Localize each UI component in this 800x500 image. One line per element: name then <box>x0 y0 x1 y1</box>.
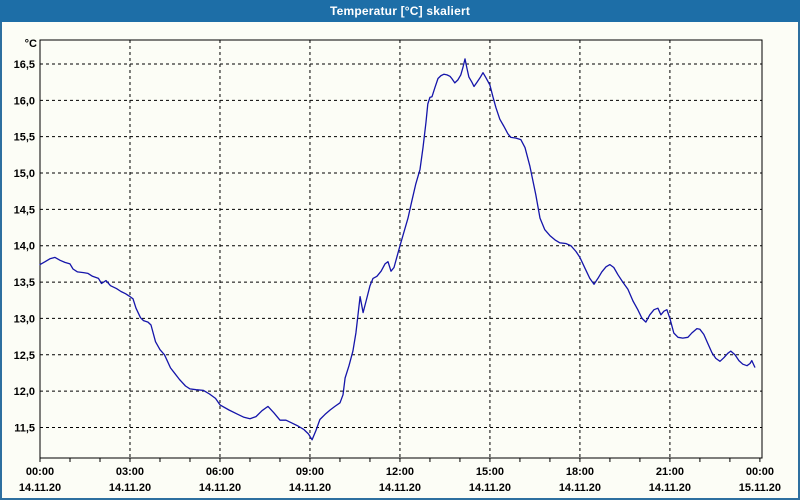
x-tick-time-label: 00:00 <box>746 466 774 478</box>
y-tick-label: 12,5 <box>14 350 35 362</box>
temperature-series-line <box>39 58 756 441</box>
x-tick-time-label: 03:00 <box>116 466 144 478</box>
x-tick-time-label: 09:00 <box>296 466 324 478</box>
x-tick-date-label: 14.11.20 <box>109 482 151 494</box>
y-gridlines <box>40 63 762 428</box>
axis-frame <box>39 39 763 459</box>
y-axis-labels: 16,5 16,0 15,5 15,0 14,5 14,0 13,5 13,0 12,5 12,0… <box>14 59 35 434</box>
y-unit-label: °C <box>25 38 37 50</box>
x-tick-time-label: 18:00 <box>566 466 594 478</box>
series-line <box>39 58 756 441</box>
y-tick-label: 13,5 <box>14 277 35 289</box>
y-axis-unit-label: °C <box>25 38 37 50</box>
x-tick-time-label: 15:00 <box>476 466 504 478</box>
x-tick-time-label: 12:00 <box>386 466 414 478</box>
x-tick-time-label: 06:00 <box>206 466 234 478</box>
y-tick-label: 16,5 <box>14 59 35 71</box>
x-tick-time-label: 21:00 <box>656 466 684 478</box>
y-tick-label: 14,5 <box>14 204 35 216</box>
x-axis-labels: 00:00 14.11.20 03:00 14.11.20 06:00 14.11.20 0… <box>19 466 781 494</box>
x-tick-date-label: 14.11.20 <box>559 482 601 494</box>
y-tick-label: 14,0 <box>14 241 35 253</box>
x-tick-date-label: 14.11.20 <box>19 482 61 494</box>
temperature-chart: 16,5 16,0 15,5 15,0 14,5 14,0 13,5 13,0 12,5 12,0… <box>14 38 781 494</box>
x-tick-date-label: 14.11.20 <box>289 482 331 494</box>
window-border-left <box>0 22 2 500</box>
x-tick-time-label: 00:00 <box>26 466 54 478</box>
window-title: Temperatur [°C] skaliert <box>329 4 471 18</box>
x-tick-date-label: 14.11.20 <box>379 482 421 494</box>
x-tick-date-label: 14.11.20 <box>649 482 691 494</box>
x-tick-date-label: 14.11.20 <box>199 482 241 494</box>
chart-window: Temperatur [°C] skaliert 16,5 16,0 15,5 15,… <box>0 0 800 500</box>
x-tick-date-label: 15.11.20 <box>739 482 781 494</box>
x-tick-date-label: 14.11.20 <box>469 482 511 494</box>
y-tick-label: 15,5 <box>14 132 35 144</box>
y-tick-label: 12,0 <box>14 386 35 398</box>
y-tick-label: 13,0 <box>14 313 35 325</box>
y-tick-label: 15,0 <box>14 168 35 180</box>
window-titlebar[interactable]: Temperatur [°C] skaliert <box>0 0 800 22</box>
y-tick-label: 16,0 <box>14 95 35 107</box>
y-tick-label: 11,5 <box>14 422 35 434</box>
x-minor-ticks <box>39 458 761 462</box>
